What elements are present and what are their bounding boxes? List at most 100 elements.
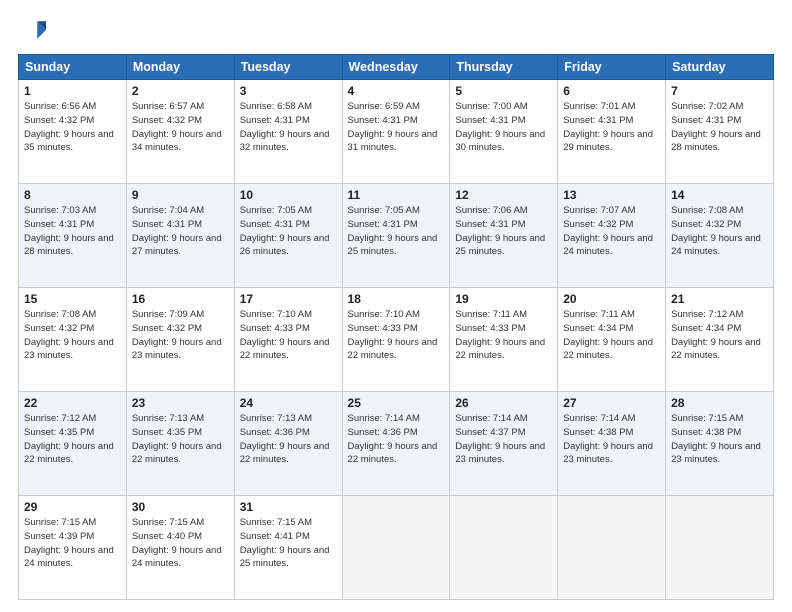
sunrise-label: Sunrise: 7:15 AM xyxy=(240,517,312,528)
sunset-label: Sunset: 4:38 PM xyxy=(671,427,741,438)
sunrise-label: Sunrise: 7:05 AM xyxy=(348,205,420,216)
sunrise-label: Sunrise: 7:02 AM xyxy=(671,101,743,112)
calendar-day-cell: 21 Sunrise: 7:12 AM Sunset: 4:34 PM Dayl… xyxy=(666,288,774,392)
sunrise-label: Sunrise: 7:06 AM xyxy=(455,205,527,216)
calendar-day-cell: 3 Sunrise: 6:58 AM Sunset: 4:31 PM Dayli… xyxy=(234,80,342,184)
calendar-week-row: 15 Sunrise: 7:08 AM Sunset: 4:32 PM Dayl… xyxy=(19,288,774,392)
sunset-label: Sunset: 4:41 PM xyxy=(240,531,310,542)
day-number: 28 xyxy=(671,396,768,410)
sunset-label: Sunset: 4:31 PM xyxy=(348,115,418,126)
calendar-week-row: 29 Sunrise: 7:15 AM Sunset: 4:39 PM Dayl… xyxy=(19,496,774,600)
day-number: 15 xyxy=(24,292,121,306)
day-number: 2 xyxy=(132,84,229,98)
day-number: 9 xyxy=(132,188,229,202)
daylight-label: Daylight: 9 hours and 25 minutes. xyxy=(455,233,545,258)
calendar-day-cell: 18 Sunrise: 7:10 AM Sunset: 4:33 PM Dayl… xyxy=(342,288,450,392)
day-info: Sunrise: 7:10 AM Sunset: 4:33 PM Dayligh… xyxy=(348,308,445,363)
day-info: Sunrise: 7:02 AM Sunset: 4:31 PM Dayligh… xyxy=(671,100,768,155)
daylight-label: Daylight: 9 hours and 31 minutes. xyxy=(348,129,438,154)
day-number: 4 xyxy=(348,84,445,98)
daylight-label: Daylight: 9 hours and 29 minutes. xyxy=(563,129,653,154)
day-number: 22 xyxy=(24,396,121,410)
sunset-label: Sunset: 4:32 PM xyxy=(132,115,202,126)
calendar-day-cell xyxy=(450,496,558,600)
day-info: Sunrise: 7:06 AM Sunset: 4:31 PM Dayligh… xyxy=(455,204,552,259)
calendar-day-cell: 29 Sunrise: 7:15 AM Sunset: 4:39 PM Dayl… xyxy=(19,496,127,600)
sunrise-label: Sunrise: 7:07 AM xyxy=(563,205,635,216)
calendar-day-cell: 5 Sunrise: 7:00 AM Sunset: 4:31 PM Dayli… xyxy=(450,80,558,184)
sunset-label: Sunset: 4:31 PM xyxy=(132,219,202,230)
calendar-day-cell: 1 Sunrise: 6:56 AM Sunset: 4:32 PM Dayli… xyxy=(19,80,127,184)
day-info: Sunrise: 7:12 AM Sunset: 4:35 PM Dayligh… xyxy=(24,412,121,467)
day-number: 27 xyxy=(563,396,660,410)
sunrise-label: Sunrise: 7:13 AM xyxy=(132,413,204,424)
calendar-day-cell: 23 Sunrise: 7:13 AM Sunset: 4:35 PM Dayl… xyxy=(126,392,234,496)
sunrise-label: Sunrise: 7:15 AM xyxy=(671,413,743,424)
daylight-label: Daylight: 9 hours and 23 minutes. xyxy=(563,441,653,466)
calendar-day-cell xyxy=(342,496,450,600)
daylight-label: Daylight: 9 hours and 22 minutes. xyxy=(455,337,545,362)
day-number: 12 xyxy=(455,188,552,202)
day-number: 8 xyxy=(24,188,121,202)
day-number: 19 xyxy=(455,292,552,306)
daylight-label: Daylight: 9 hours and 24 minutes. xyxy=(671,233,761,258)
day-info: Sunrise: 7:08 AM Sunset: 4:32 PM Dayligh… xyxy=(671,204,768,259)
logo-icon xyxy=(18,16,46,44)
calendar-day-cell: 28 Sunrise: 7:15 AM Sunset: 4:38 PM Dayl… xyxy=(666,392,774,496)
daylight-label: Daylight: 9 hours and 32 minutes. xyxy=(240,129,330,154)
day-info: Sunrise: 6:56 AM Sunset: 4:32 PM Dayligh… xyxy=(24,100,121,155)
day-info: Sunrise: 7:10 AM Sunset: 4:33 PM Dayligh… xyxy=(240,308,337,363)
sunset-label: Sunset: 4:31 PM xyxy=(24,219,94,230)
day-info: Sunrise: 7:15 AM Sunset: 4:41 PM Dayligh… xyxy=(240,516,337,571)
day-number: 17 xyxy=(240,292,337,306)
calendar: SundayMondayTuesdayWednesdayThursdayFrid… xyxy=(18,54,774,600)
day-number: 26 xyxy=(455,396,552,410)
day-number: 7 xyxy=(671,84,768,98)
sunrise-label: Sunrise: 7:09 AM xyxy=(132,309,204,320)
sunset-label: Sunset: 4:32 PM xyxy=(24,323,94,334)
day-info: Sunrise: 7:13 AM Sunset: 4:35 PM Dayligh… xyxy=(132,412,229,467)
day-number: 3 xyxy=(240,84,337,98)
daylight-label: Daylight: 9 hours and 22 minutes. xyxy=(240,441,330,466)
calendar-day-cell: 30 Sunrise: 7:15 AM Sunset: 4:40 PM Dayl… xyxy=(126,496,234,600)
logo xyxy=(18,16,50,44)
sunset-label: Sunset: 4:34 PM xyxy=(563,323,633,334)
day-number: 11 xyxy=(348,188,445,202)
day-number: 29 xyxy=(24,500,121,514)
daylight-label: Daylight: 9 hours and 30 minutes. xyxy=(455,129,545,154)
daylight-label: Daylight: 9 hours and 24 minutes. xyxy=(24,545,114,570)
calendar-day-cell: 12 Sunrise: 7:06 AM Sunset: 4:31 PM Dayl… xyxy=(450,184,558,288)
sunrise-label: Sunrise: 7:12 AM xyxy=(24,413,96,424)
sunrise-label: Sunrise: 7:08 AM xyxy=(24,309,96,320)
day-number: 6 xyxy=(563,84,660,98)
sunrise-label: Sunrise: 7:10 AM xyxy=(240,309,312,320)
calendar-header-row: SundayMondayTuesdayWednesdayThursdayFrid… xyxy=(19,55,774,80)
sunset-label: Sunset: 4:32 PM xyxy=(563,219,633,230)
day-number: 13 xyxy=(563,188,660,202)
daylight-label: Daylight: 9 hours and 22 minutes. xyxy=(348,337,438,362)
calendar-day-header: Wednesday xyxy=(342,55,450,80)
day-info: Sunrise: 7:12 AM Sunset: 4:34 PM Dayligh… xyxy=(671,308,768,363)
daylight-label: Daylight: 9 hours and 35 minutes. xyxy=(24,129,114,154)
sunrise-label: Sunrise: 7:10 AM xyxy=(348,309,420,320)
sunset-label: Sunset: 4:35 PM xyxy=(132,427,202,438)
calendar-week-row: 22 Sunrise: 7:12 AM Sunset: 4:35 PM Dayl… xyxy=(19,392,774,496)
calendar-day-cell: 27 Sunrise: 7:14 AM Sunset: 4:38 PM Dayl… xyxy=(558,392,666,496)
sunset-label: Sunset: 4:36 PM xyxy=(348,427,418,438)
daylight-label: Daylight: 9 hours and 23 minutes. xyxy=(132,337,222,362)
sunrise-label: Sunrise: 7:15 AM xyxy=(132,517,204,528)
daylight-label: Daylight: 9 hours and 23 minutes. xyxy=(671,441,761,466)
sunrise-label: Sunrise: 7:15 AM xyxy=(24,517,96,528)
sunset-label: Sunset: 4:31 PM xyxy=(348,219,418,230)
daylight-label: Daylight: 9 hours and 27 minutes. xyxy=(132,233,222,258)
calendar-day-cell: 19 Sunrise: 7:11 AM Sunset: 4:33 PM Dayl… xyxy=(450,288,558,392)
sunset-label: Sunset: 4:31 PM xyxy=(671,115,741,126)
sunset-label: Sunset: 4:35 PM xyxy=(24,427,94,438)
sunrise-label: Sunrise: 7:04 AM xyxy=(132,205,204,216)
calendar-day-cell: 22 Sunrise: 7:12 AM Sunset: 4:35 PM Dayl… xyxy=(19,392,127,496)
sunset-label: Sunset: 4:39 PM xyxy=(24,531,94,542)
sunset-label: Sunset: 4:33 PM xyxy=(240,323,310,334)
day-number: 23 xyxy=(132,396,229,410)
daylight-label: Daylight: 9 hours and 24 minutes. xyxy=(132,545,222,570)
daylight-label: Daylight: 9 hours and 22 minutes. xyxy=(348,441,438,466)
